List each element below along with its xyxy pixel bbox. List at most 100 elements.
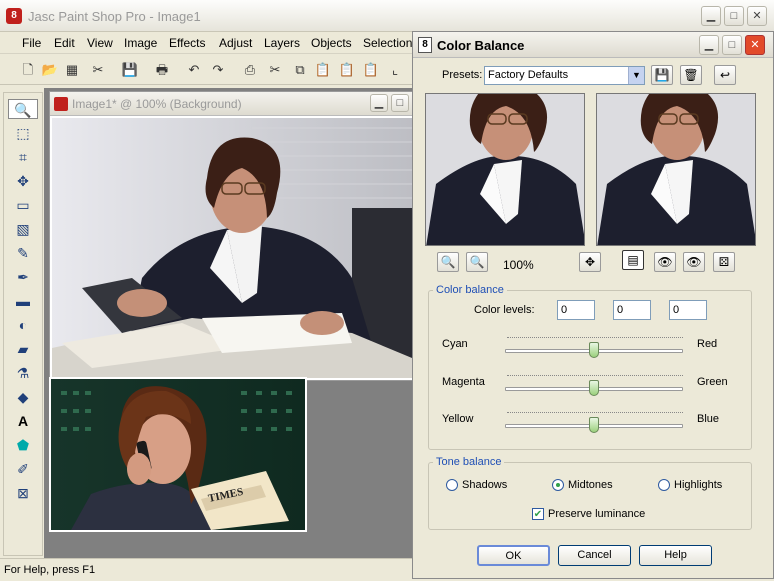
yellow-label: Yellow (442, 413, 474, 425)
paste-icon[interactable]: 📋 (313, 60, 333, 80)
magenta-green-thumb[interactable] (589, 380, 599, 396)
magenta-green-ticks (507, 375, 683, 379)
screenshot-icon[interactable]: ⎙ (240, 60, 260, 80)
menu-file[interactable]: File (22, 36, 41, 50)
menu-layers[interactable]: Layers (264, 36, 300, 50)
cancel-button[interactable]: Cancel (558, 545, 631, 566)
doc-maximize-button[interactable]: □ (391, 94, 409, 112)
zoom-in-icon[interactable]: 🔍 (466, 252, 488, 272)
office-woman-image (52, 118, 412, 378)
help-button[interactable]: Help (639, 545, 712, 566)
proof-icon[interactable]: 👁 (654, 252, 676, 272)
presets-label: Presets: (442, 69, 483, 81)
zoom-out-icon[interactable]: 🔍 (437, 252, 459, 272)
app-window: 8 Jasc Paint Shop Pro - Image1 ▁ □ ✕ Fil… (0, 0, 774, 581)
toggle-preview-icon[interactable]: ▤ (622, 250, 644, 270)
new-file-icon[interactable]: 🗋 (18, 60, 38, 80)
office-woman-photo[interactable] (52, 118, 412, 378)
dialog-title: Color Balance (437, 38, 525, 53)
fill-tool-icon[interactable]: ◆ (8, 387, 38, 407)
menu-adjust[interactable]: Adjust (219, 36, 252, 50)
save-icon[interactable]: 💾 (120, 60, 140, 80)
doc-minimize-button[interactable]: ▁ (370, 94, 388, 112)
highlights-radio[interactable] (658, 479, 670, 491)
app-title-bar: 8 Jasc Paint Shop Pro - Image1 ▁ □ ✕ (0, 0, 774, 32)
airbrush-icon[interactable]: ✒ (8, 267, 38, 287)
move-tool-icon[interactable]: ✥ (8, 171, 38, 191)
scanner-icon[interactable]: ✂ (88, 60, 108, 80)
midtones-radio[interactable] (552, 479, 564, 491)
shadows-label: Shadows (462, 479, 508, 491)
crop-to-selection-icon[interactable]: ⌞ (385, 60, 405, 80)
dialog-minimize-button[interactable]: ▁ (699, 35, 719, 55)
presets-value: Factory Defaults (488, 69, 569, 81)
dialog-maximize-button[interactable]: □ (722, 35, 742, 55)
menu-effects[interactable]: Effects (169, 36, 205, 50)
marquee-tool-icon[interactable]: ▭ (8, 195, 38, 215)
selection-tool-icon[interactable]: ⬚ (8, 123, 38, 143)
cyan-red-thumb[interactable] (589, 342, 599, 358)
zoom-level: 100% (503, 258, 534, 272)
menu-image[interactable]: Image (124, 36, 157, 50)
app-close-button[interactable]: ✕ (747, 6, 767, 26)
retouch-tool-icon[interactable]: ◐ (8, 315, 38, 335)
paste-layer-icon[interactable]: 📋 (337, 60, 357, 80)
paint-brush-icon[interactable]: ✎ (8, 243, 38, 263)
ok-button[interactable]: OK (477, 545, 550, 566)
phone-woman-photo-window[interactable]: TIMES (49, 377, 307, 532)
reset-icon[interactable]: ↩ (714, 65, 736, 85)
color-balance-group-label: Color balance (433, 284, 507, 296)
dialog-close-button[interactable]: ✕ (745, 35, 765, 55)
magenta-label: Magenta (442, 376, 485, 388)
menu-view[interactable]: View (87, 36, 113, 50)
zoom-tool-icon[interactable]: 🔍 (8, 99, 38, 119)
crop-tool-icon[interactable]: ⌗ (8, 147, 38, 167)
redo-icon[interactable]: ↷ (208, 60, 228, 80)
app-minimize-button[interactable]: ▁ (701, 6, 721, 26)
app-maximize-button[interactable]: □ (724, 6, 744, 26)
pan-icon[interactable]: ✥ (579, 252, 601, 272)
eraser-icon[interactable]: ▰ (8, 339, 38, 359)
presets-select[interactable]: Factory Defaults ▼ (484, 66, 645, 85)
dialog-title-bar: 8 Color Balance ▁ □ ✕ (413, 32, 773, 58)
midtones-label: Midtones (568, 479, 613, 491)
randomize-icon[interactable]: ⚄ (713, 252, 735, 272)
highlights-label: Highlights (674, 479, 723, 491)
before-preview-image (426, 94, 584, 245)
menu-objects[interactable]: Objects (311, 36, 352, 50)
cyan-red-ticks (507, 337, 683, 341)
text-tool-icon[interactable]: A (8, 411, 38, 431)
menu-selections[interactable]: Selections (363, 36, 418, 50)
clone-tool-icon[interactable]: ▧ (8, 219, 38, 239)
copy-icon[interactable]: ⧉ (290, 60, 310, 80)
deform-tool-icon[interactable]: ⊠ (8, 483, 38, 503)
save-preset-icon[interactable]: 💾 (651, 65, 673, 85)
paste-selection-icon[interactable]: 📋 (361, 60, 381, 80)
pen-tool-icon[interactable]: ✐ (8, 459, 38, 479)
gradient-tool-icon[interactable]: ▬ (8, 291, 38, 311)
cut-icon[interactable]: ✂ (265, 60, 285, 80)
chevron-down-icon[interactable]: ▼ (628, 67, 644, 84)
dropper-icon[interactable]: ⚗ (8, 363, 38, 383)
delete-preset-icon[interactable]: 🗑 (680, 65, 702, 85)
red-label: Red (697, 338, 718, 350)
menu-edit[interactable]: Edit (54, 36, 75, 50)
before-preview[interactable] (425, 93, 585, 246)
print-icon[interactable]: 🖶 (152, 60, 172, 80)
level-input-2[interactable]: 0 (613, 300, 651, 320)
tone-balance-group-label: Tone balance (433, 456, 505, 468)
yellow-blue-thumb[interactable] (589, 417, 599, 433)
shape-tool-icon[interactable]: ⬟ (8, 435, 38, 455)
shadows-radio[interactable] (446, 479, 458, 491)
after-preview[interactable] (596, 93, 756, 246)
browse-icon[interactable]: ▦ (62, 60, 82, 80)
preserve-luminance-checkbox[interactable]: ✔ (532, 508, 544, 520)
level-input-1[interactable]: 0 (557, 300, 595, 320)
level-input-3[interactable]: 0 (669, 300, 707, 320)
open-file-icon[interactable]: 📂 (40, 60, 60, 80)
app-logo-icon: 8 (6, 8, 22, 24)
after-preview-image (597, 94, 755, 245)
undo-icon[interactable]: ↶ (184, 60, 204, 80)
auto-proof-icon[interactable]: 👁 (683, 252, 705, 272)
green-label: Green (697, 376, 728, 388)
